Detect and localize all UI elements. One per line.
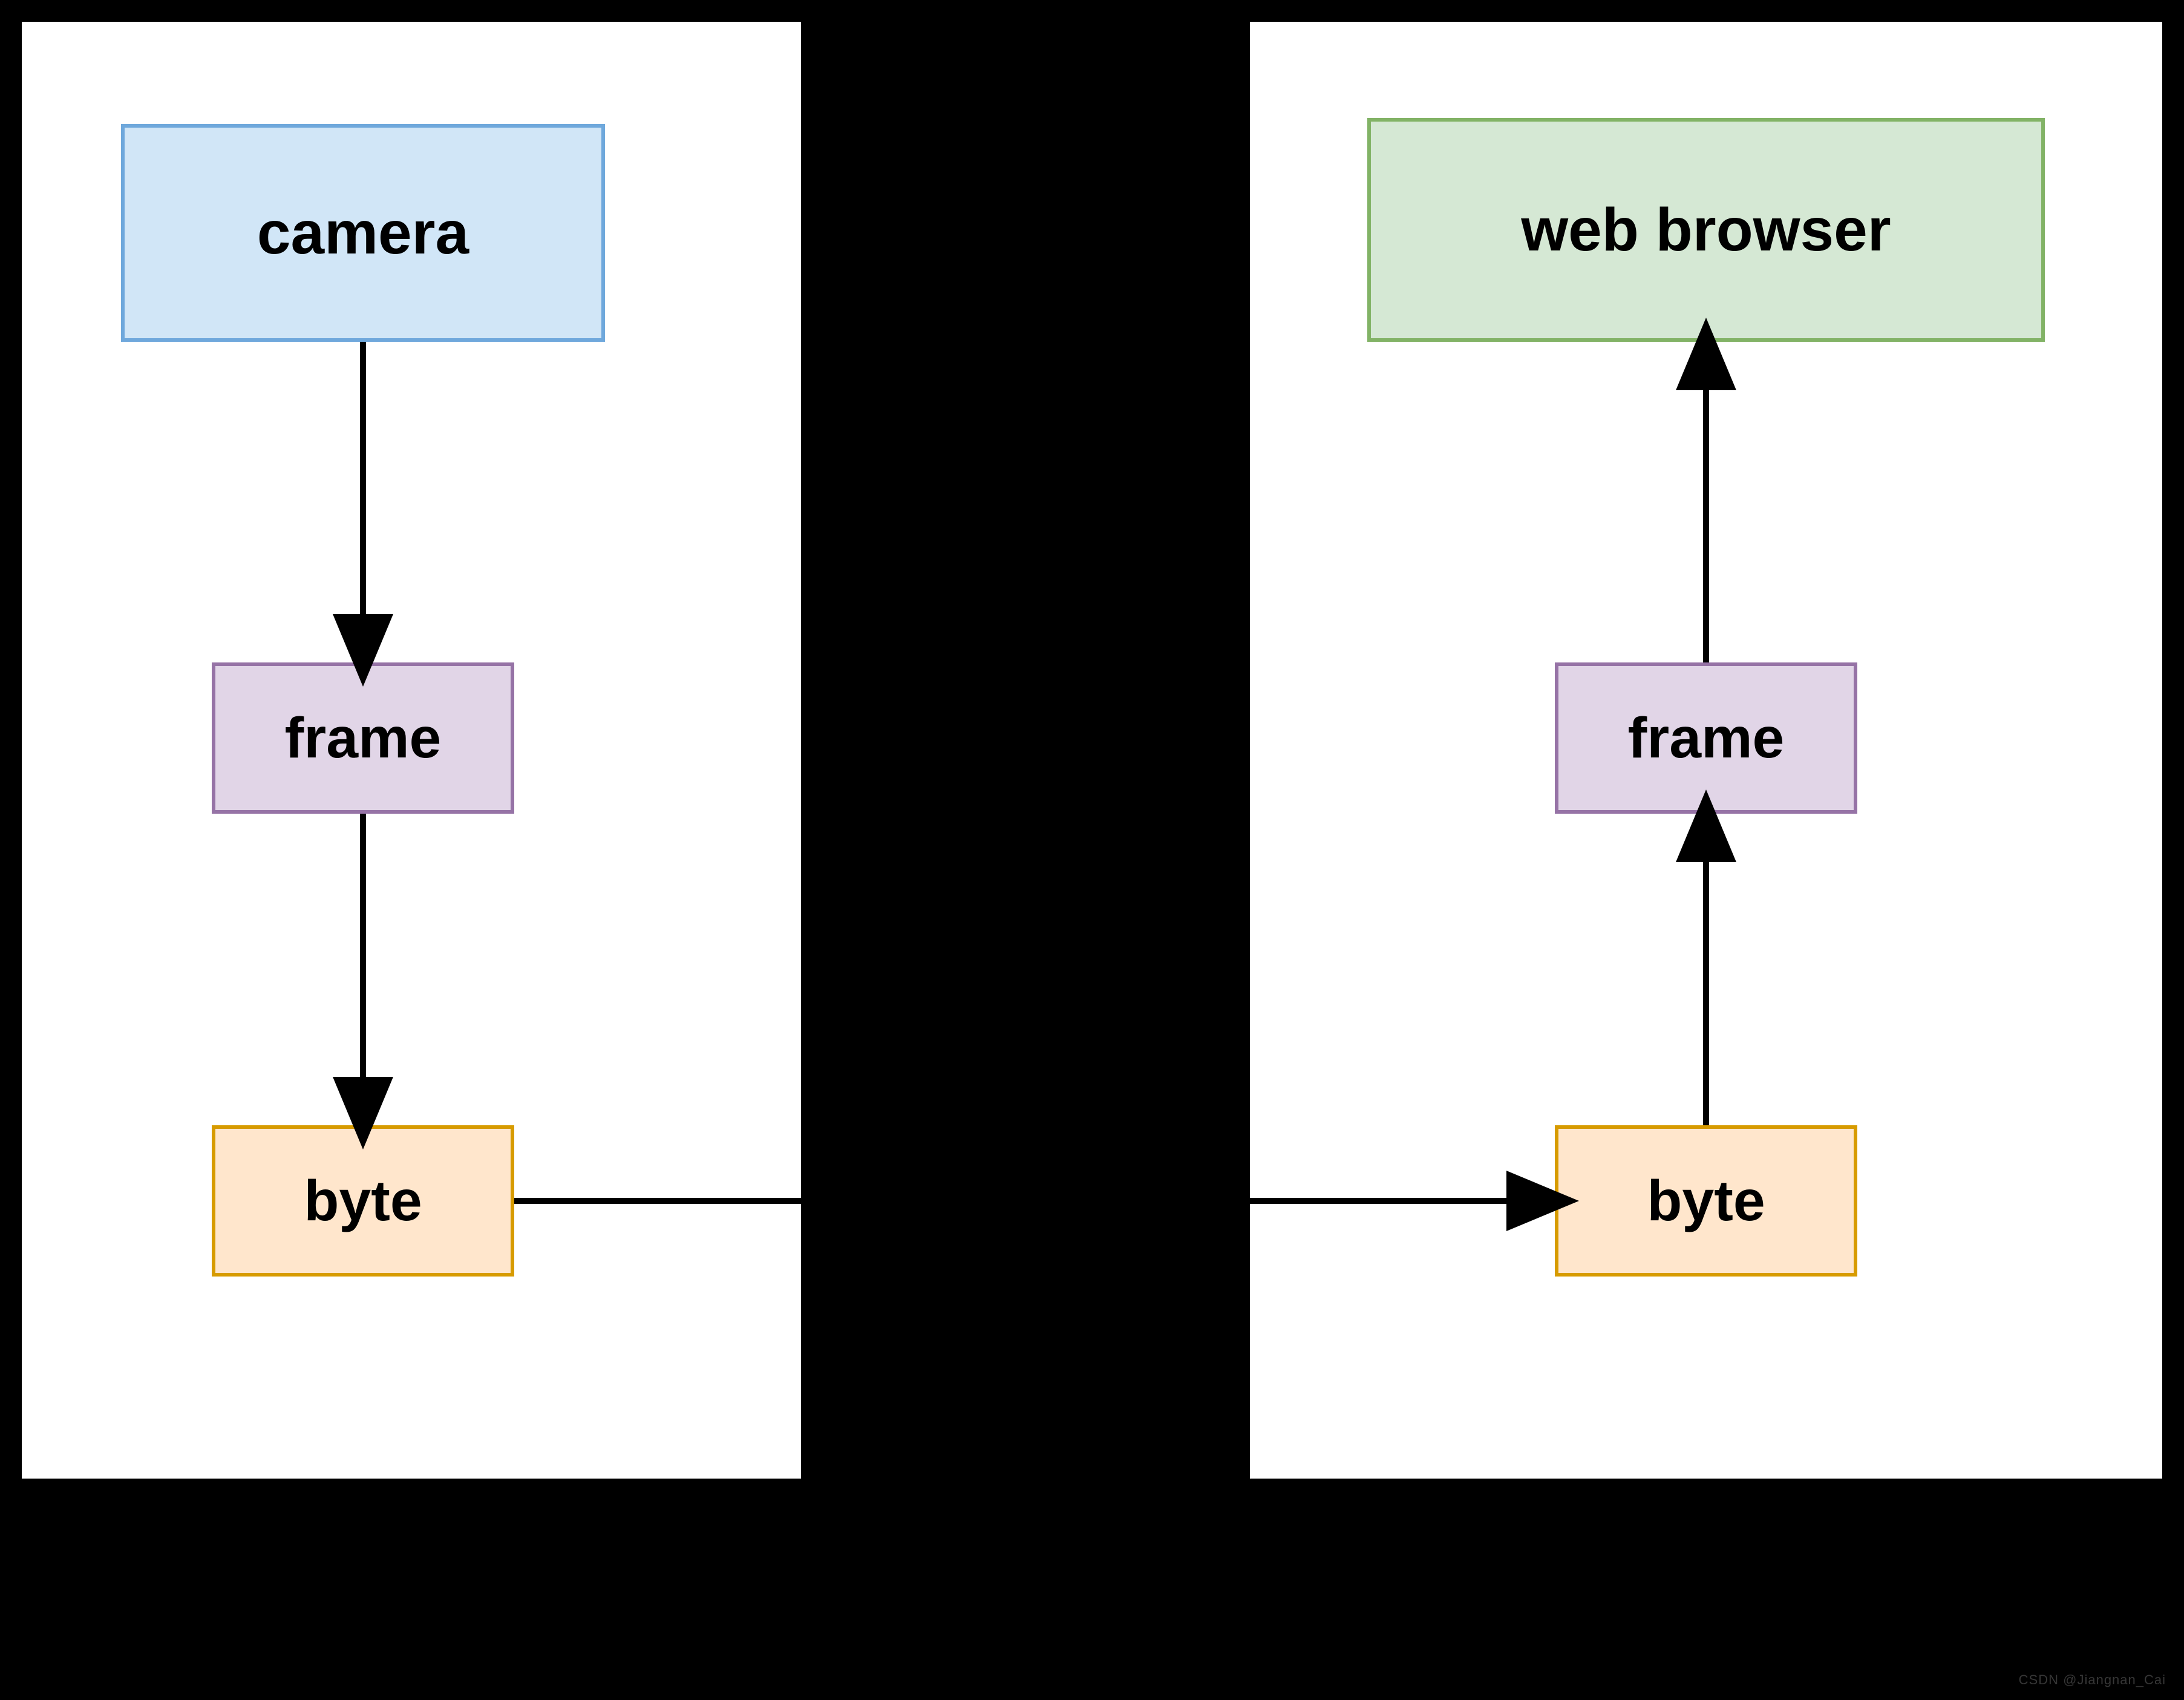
- node-web-browser-label: web browser: [1521, 197, 1891, 263]
- node-frame-right-label: frame: [1628, 707, 1785, 770]
- node-frame-left: frame: [212, 662, 514, 814]
- node-byte-left: byte: [212, 1125, 514, 1277]
- node-byte-left-label: byte: [304, 1169, 422, 1233]
- watermark-text: CSDN @Jiangnan_Cai: [2019, 1672, 2166, 1688]
- node-frame-right: frame: [1555, 662, 1857, 814]
- node-byte-right-label: byte: [1647, 1169, 1765, 1233]
- node-camera-label: camera: [257, 200, 469, 266]
- node-byte-right: byte: [1555, 1125, 1857, 1277]
- diagram-stage: camera frame byte web browser frame byte…: [0, 0, 2184, 1700]
- node-web-browser: web browser: [1367, 118, 2045, 342]
- node-camera: camera: [121, 124, 605, 342]
- node-frame-left-label: frame: [285, 707, 442, 770]
